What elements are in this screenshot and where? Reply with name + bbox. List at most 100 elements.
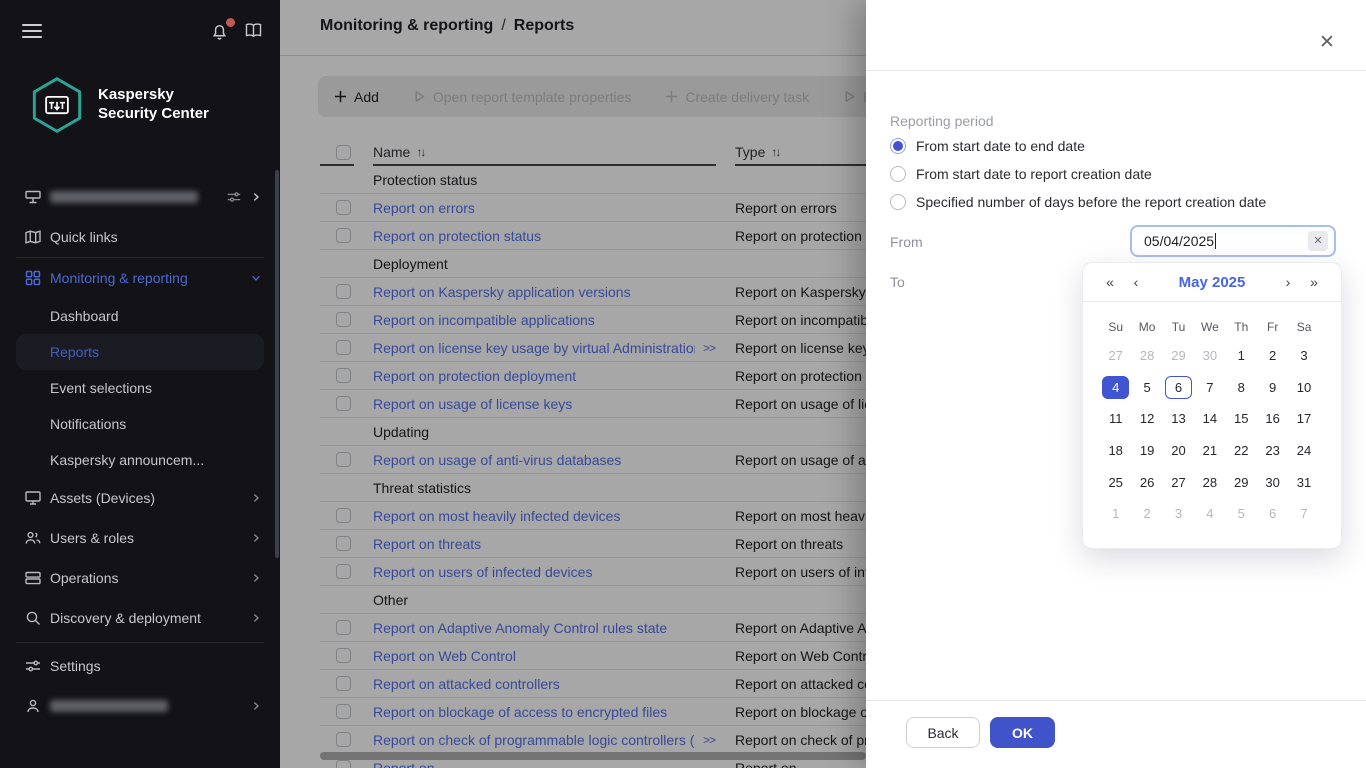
calendar-day[interactable]: 7 (1196, 376, 1223, 399)
calendar-day[interactable]: 7 (1291, 502, 1318, 525)
sidebar-item-operations[interactable]: Operations (0, 558, 280, 598)
calendar-day[interactable]: 5 (1228, 502, 1255, 525)
calendar-day[interactable]: 2 (1259, 344, 1286, 367)
calendar-day[interactable]: 29 (1165, 344, 1192, 367)
divider (866, 70, 1366, 71)
sliders-icon (24, 657, 42, 675)
sidebar-item-quick-links[interactable]: Quick links (0, 217, 280, 257)
calendar-month-label[interactable]: May 2025 (1149, 274, 1275, 291)
calendar-day[interactable]: 19 (1134, 439, 1161, 462)
sidebar-item-dashboard[interactable]: Dashboard (0, 298, 280, 334)
calendar-day[interactable]: 28 (1134, 344, 1161, 367)
sidebar-item-account[interactable] (0, 686, 280, 726)
sidebar-item-assets-devices[interactable]: Assets (Devices) (0, 478, 280, 518)
calendar-day[interactable]: 20 (1165, 439, 1192, 462)
calendar-day[interactable]: 6 (1259, 502, 1286, 525)
calendar-weekday-label: Sa (1297, 320, 1312, 334)
calendar-day[interactable]: 27 (1165, 471, 1192, 494)
radio-days-before-creation[interactable]: Specified number of days before the repo… (890, 194, 1266, 210)
calendar-day[interactable]: 21 (1196, 439, 1223, 462)
previous-year-icon[interactable]: « (1097, 274, 1123, 290)
sidebar-scrollbar[interactable] (275, 170, 279, 558)
calendar-day[interactable]: 1 (1228, 344, 1255, 367)
from-date-input[interactable]: 05/04/2025 ✕ (1130, 225, 1336, 257)
calendar-day[interactable]: 9 (1259, 376, 1286, 399)
calendar-day[interactable]: 5 (1134, 376, 1161, 399)
previous-month-icon[interactable]: ‹ (1123, 274, 1149, 290)
close-icon[interactable]: ✕ (1316, 32, 1338, 54)
from-date-value: 05/04/2025 (1144, 233, 1214, 249)
calendar-day[interactable]: 8 (1228, 376, 1255, 399)
documentation-book-icon[interactable] (244, 22, 263, 39)
app-logo: Kaspersky Security Center (28, 76, 209, 134)
text-caret (1215, 233, 1216, 249)
sidebar-item-kaspersky-announcements[interactable]: Kaspersky announcem... (0, 442, 280, 478)
sidebar-item-label: Monitoring & reporting (50, 270, 188, 286)
calendar-day[interactable]: 30 (1196, 344, 1223, 367)
calendar-day[interactable]: 17 (1291, 407, 1318, 430)
next-year-icon[interactable]: » (1301, 274, 1327, 290)
map-icon (24, 228, 42, 246)
calendar-day[interactable]: 27 (1102, 344, 1129, 367)
sidebar-item-label: Quick links (50, 229, 118, 245)
calendar-day[interactable]: 16 (1259, 407, 1286, 430)
calendar-day[interactable]: 28 (1196, 471, 1223, 494)
back-button[interactable]: Back (906, 717, 980, 748)
calendar-day[interactable]: 23 (1259, 439, 1286, 462)
calendar-day[interactable]: 25 (1102, 471, 1129, 494)
menu-icon[interactable] (22, 24, 42, 38)
calendar-day[interactable]: 3 (1165, 502, 1192, 525)
sidebar-item-monitoring-reporting[interactable]: Monitoring & reporting (0, 258, 280, 298)
calendar-day[interactable]: 24 (1291, 439, 1318, 462)
account-name-redacted (50, 700, 168, 712)
sidebar-item-users-roles[interactable]: Users & roles (0, 518, 280, 558)
calendar-day[interactable]: 1 (1102, 502, 1129, 525)
calendar-day[interactable]: 14 (1196, 407, 1223, 430)
server-name-redacted (50, 191, 198, 203)
chevron-right-icon (250, 492, 262, 504)
calendar-day[interactable]: 30 (1259, 471, 1286, 494)
radio-from-start-to-end[interactable]: From start date to end date (890, 138, 1085, 154)
calendar-day[interactable]: 22 (1228, 439, 1255, 462)
calendar-day[interactable]: 4 (1102, 376, 1129, 399)
calendar-day[interactable]: 6 (1165, 376, 1192, 399)
calendar-day[interactable]: 26 (1134, 471, 1161, 494)
sidebar-item-event-selections[interactable]: Event selections (0, 370, 280, 406)
divider (866, 700, 1366, 701)
person-icon (24, 697, 42, 715)
calendar-day[interactable]: 18 (1102, 439, 1129, 462)
people-icon (24, 529, 42, 547)
sidebar-item-administration-server[interactable] (0, 177, 280, 217)
report-settings-drawer: ✕ Reporting period From start date to en… (866, 0, 1366, 768)
sidebar-item-label: Settings (50, 658, 101, 674)
calendar-day[interactable]: 3 (1291, 344, 1318, 367)
calendar-day[interactable]: 13 (1165, 407, 1192, 430)
sidebar-item-label: Users & roles (50, 530, 134, 546)
calendar-day[interactable]: 2 (1134, 502, 1161, 525)
sidebar-item-notifications[interactable]: Notifications (0, 406, 280, 442)
calendar-day[interactable]: 29 (1228, 471, 1255, 494)
calendar-day[interactable]: 11 (1102, 407, 1129, 430)
calendar-day[interactable]: 10 (1291, 376, 1318, 399)
grid-icon (24, 269, 42, 287)
sidebar-item-settings[interactable]: Settings (0, 646, 280, 686)
radio-from-start-to-creation[interactable]: From start date to report creation date (890, 166, 1152, 182)
next-month-icon[interactable]: › (1275, 274, 1301, 290)
calendar-day[interactable]: 31 (1291, 471, 1318, 494)
divider (1083, 301, 1341, 302)
calendar-weekday-label: Tu (1172, 320, 1186, 334)
radio-selected-icon (890, 138, 906, 154)
server-properties-icon[interactable] (226, 189, 242, 205)
stack-icon (24, 569, 42, 587)
calendar-day[interactable]: 12 (1134, 407, 1161, 430)
sidebar-item-label: Event selections (50, 380, 152, 396)
sidebar-topbar (0, 0, 280, 56)
calendar-day[interactable]: 15 (1228, 407, 1255, 430)
ok-button[interactable]: OK (990, 717, 1055, 748)
calendar-day[interactable]: 4 (1196, 502, 1223, 525)
sidebar-item-reports[interactable]: Reports (16, 334, 264, 370)
sidebar-item-label: Operations (50, 570, 118, 586)
search-icon (24, 609, 42, 627)
clear-icon[interactable]: ✕ (1308, 231, 1328, 251)
sidebar-item-discovery-deployment[interactable]: Discovery & deployment (0, 598, 280, 638)
